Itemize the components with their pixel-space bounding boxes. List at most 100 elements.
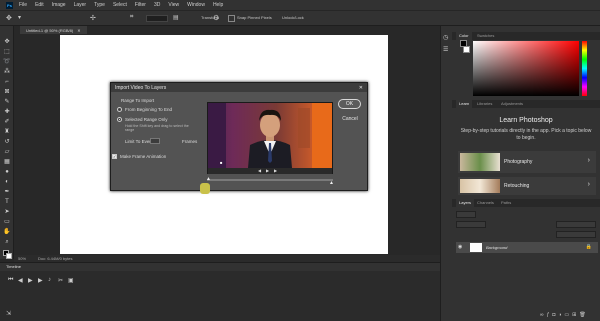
move-tool-icon[interactable]: ✥	[3, 38, 11, 46]
menu-help[interactable]: Help	[213, 2, 223, 8]
type-tool-icon[interactable]: T	[3, 198, 11, 206]
hand-tool-icon[interactable]: ✋	[3, 228, 11, 236]
marquee-tool-icon[interactable]: ⬚	[3, 48, 11, 56]
ok-button[interactable]: OK	[338, 99, 361, 109]
layer-row[interactable]: ◉ Background 🔒	[456, 242, 598, 253]
eraser-tool-icon[interactable]: ▱	[3, 148, 11, 156]
dialog-titlebar[interactable]: Import Video To Layers ✕	[111, 83, 367, 92]
render-video-icon[interactable]: ⇲	[6, 310, 11, 317]
radio-all[interactable]	[117, 107, 122, 112]
background-color-swatch[interactable]	[6, 253, 12, 259]
document-tab-title: Untitled-1 @ 50% (RGB/8)	[26, 27, 74, 33]
dodge-tool-icon[interactable]: ◐	[3, 178, 11, 186]
range-start-handle[interactable]: ▲	[206, 176, 211, 182]
play-icon[interactable]: ▶	[28, 277, 33, 284]
learn-card-photography[interactable]: Photography ›	[458, 151, 596, 173]
menu-layer[interactable]: Layer	[74, 2, 87, 8]
tab-channels[interactable]: Channels	[474, 199, 497, 207]
lasso-tool-icon[interactable]: ➰	[3, 58, 11, 66]
crop-tool-icon[interactable]: ⌐	[3, 78, 11, 86]
properties-icon[interactable]: ☰	[443, 46, 448, 53]
hue-slider[interactable]	[582, 41, 587, 96]
first-frame-icon[interactable]: ⏮	[8, 277, 13, 284]
brush-tool-icon[interactable]: ✐	[3, 118, 11, 126]
next-frame-icon[interactable]: ▶	[38, 277, 43, 284]
option-all-label[interactable]: From Beginning To End	[125, 107, 172, 112]
limit-input[interactable]	[150, 138, 160, 144]
magic-wand-icon[interactable]: ⁂	[3, 68, 11, 76]
menu-select[interactable]: Select	[113, 2, 127, 8]
tab-adjustments[interactable]: Adjustments	[498, 100, 526, 108]
density-icon[interactable]: ▤	[173, 14, 179, 21]
zoom-level[interactable]: 50%	[18, 256, 26, 261]
eye-icon[interactable]: ◉	[458, 244, 462, 250]
history-icon[interactable]: ◷	[443, 34, 448, 41]
shape-tool-icon[interactable]: ▭	[3, 218, 11, 226]
link-icon[interactable]: ∞	[540, 312, 547, 318]
menu-3d[interactable]: 3D	[154, 2, 160, 8]
close-icon[interactable]: ✕	[359, 85, 363, 91]
menu-type[interactable]: Type	[94, 2, 105, 8]
path-select-icon[interactable]: ➤	[3, 208, 11, 216]
background-swatch[interactable]	[463, 46, 470, 53]
color-panel-tabs: Color Swatches	[452, 32, 600, 40]
document-tab[interactable]: Untitled-1 @ 50% (RGB/8) ✕	[20, 26, 87, 34]
next-frame-icon[interactable]: ▶	[274, 168, 277, 173]
transition-icon[interactable]: ▣	[68, 277, 74, 284]
color-field[interactable]	[473, 41, 579, 96]
menu-window[interactable]: Window	[187, 2, 205, 8]
layer-name[interactable]: Background	[486, 245, 507, 250]
tab-layers[interactable]: Layers	[456, 199, 475, 207]
history-brush-icon[interactable]: ↺	[3, 138, 11, 146]
tab-learn[interactable]: Learn	[456, 100, 473, 108]
menu-image[interactable]: Image	[52, 2, 66, 8]
learn-card-retouching[interactable]: Retouching ›	[458, 177, 596, 195]
gradient-tool-icon[interactable]: ▦	[3, 158, 11, 166]
fill-field[interactable]	[556, 231, 596, 238]
prev-frame-icon[interactable]: ◀	[258, 168, 261, 173]
pin-icon[interactable]: ✢	[90, 14, 96, 22]
frame-tool-icon[interactable]: ⊠	[3, 88, 11, 96]
healing-brush-icon[interactable]: ✚	[3, 108, 11, 116]
tab-libraries[interactable]: Libraries	[474, 100, 495, 108]
tab-color[interactable]: Color	[456, 32, 472, 40]
warp-icon[interactable]: ⌗	[130, 14, 133, 21]
blur-tool-icon[interactable]: ●	[3, 168, 11, 176]
chevron-down-icon[interactable]: ▾	[18, 14, 21, 21]
pen-tool-icon[interactable]: ✒	[3, 188, 11, 196]
close-icon[interactable]: ✕	[77, 28, 80, 33]
tab-swatches[interactable]: Swatches	[474, 32, 497, 40]
lock-icon[interactable]: 🔒	[586, 244, 592, 250]
zoom-tool-icon[interactable]: ⌕	[3, 238, 11, 246]
layer-filter-select[interactable]	[456, 211, 476, 218]
split-icon[interactable]: ✂	[58, 277, 63, 284]
range-slider[interactable]	[207, 179, 333, 181]
option-selected-label[interactable]: Selected Range Only	[125, 117, 168, 122]
tab-paths[interactable]: Paths	[498, 199, 514, 207]
eyedropper-icon[interactable]: ✎	[3, 98, 11, 106]
clone-stamp-icon[interactable]: ♜	[3, 128, 11, 136]
menu-view[interactable]: View	[168, 2, 179, 8]
snap-checkbox[interactable]	[228, 15, 235, 22]
range-end-handle[interactable]: ▲	[329, 180, 334, 186]
mode-select[interactable]	[146, 15, 168, 22]
gear-icon[interactable]: ⚙	[213, 14, 219, 22]
cancel-button[interactable]: Cancel	[339, 115, 361, 123]
menu-bar: Ps File Edit Image Layer Type Select Fil…	[0, 0, 600, 10]
folder-icon[interactable]: ▭	[564, 312, 572, 318]
menu-edit[interactable]: Edit	[35, 2, 44, 8]
menu-filter[interactable]: Filter	[135, 2, 146, 8]
radio-selected[interactable]	[117, 117, 122, 122]
menu-file[interactable]: File	[19, 2, 27, 8]
opacity-field[interactable]	[556, 221, 596, 228]
audio-icon[interactable]: ♪	[48, 277, 51, 283]
layers-panel-tabs: Layers Channels Paths	[452, 199, 600, 207]
unlock-label[interactable]: Unlock/Lock	[282, 15, 304, 20]
trash-icon[interactable]: 🗑	[579, 312, 588, 318]
play-icon[interactable]: ▶	[266, 168, 269, 173]
make-animation-label[interactable]: Make Frame Animation	[120, 154, 166, 159]
move-tool-icon[interactable]: ✥	[6, 14, 12, 22]
blend-mode-select[interactable]	[456, 221, 486, 228]
prev-frame-icon[interactable]: ◀	[18, 277, 23, 284]
make-animation-checkbox[interactable]: ✓	[112, 154, 117, 159]
